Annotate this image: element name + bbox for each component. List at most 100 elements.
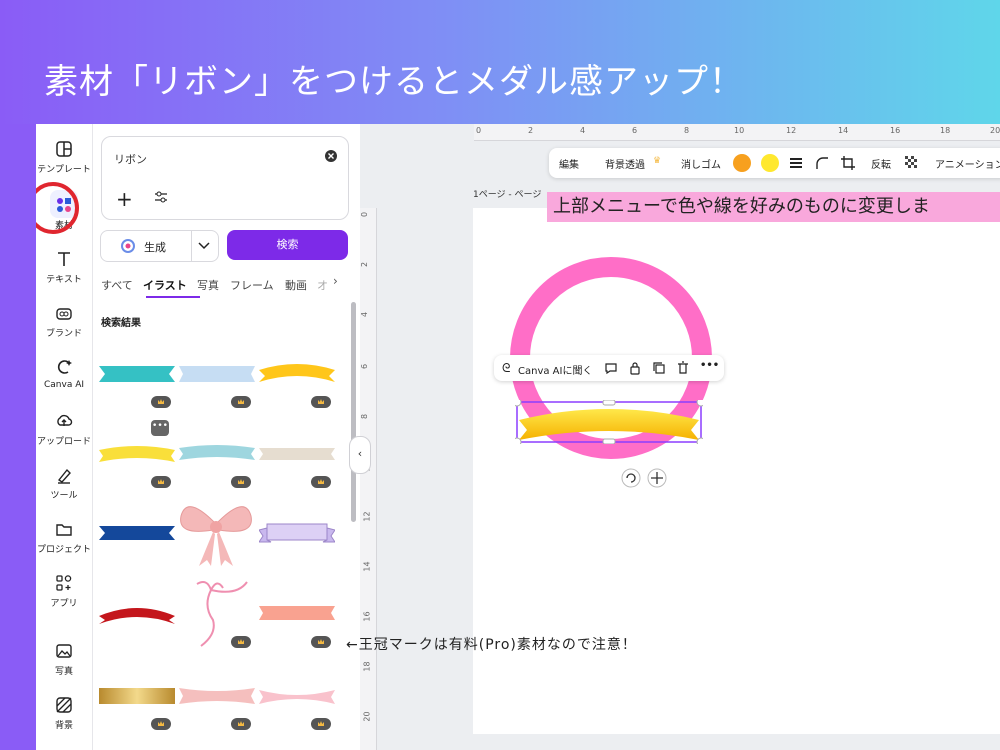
sidebar-item-projects[interactable]: プロジェクト	[36, 520, 92, 555]
sidebar-item-background[interactable]: 背景	[36, 696, 92, 731]
sidebar-item-template[interactable]: テンプレート	[36, 140, 92, 175]
ruler-tick: 16	[362, 611, 372, 622]
sidebar-item-label: アプリ	[50, 599, 78, 609]
eraser-button[interactable]: 消しゴム	[681, 156, 721, 171]
sidebar-item-text[interactable]: テキスト	[36, 250, 92, 285]
header-banner: 素材「リボン」をつけるとメダル感アップ！	[0, 0, 1000, 124]
crown-icon	[231, 396, 251, 408]
crown-annotation: ←王冠マークは有料(Pro)素材なので注意！	[346, 637, 637, 653]
ruler-tick: 4	[580, 126, 586, 135]
canva-editor: テンプレート 素材 テキスト ブランド Canva AI アップロード ツール	[36, 124, 1000, 750]
element-context-bar: ᘓ Canva AIに聞く •••	[494, 355, 724, 381]
ruler-tick: 12	[786, 126, 797, 135]
panel-scrollbar[interactable]	[351, 302, 356, 522]
tab-illustration[interactable]: イラスト	[143, 277, 187, 293]
tab-all[interactable]: すべて	[101, 277, 133, 293]
flip-button[interactable]: 反転	[871, 156, 891, 171]
sidebar-item-upload[interactable]: アップロード	[36, 412, 92, 447]
ribbon-teal[interactable]	[99, 364, 175, 384]
line-weight-icon[interactable]	[789, 156, 803, 170]
rotate-move-handles[interactable]	[621, 468, 667, 488]
ruler-tick: 6	[632, 126, 638, 135]
ribbon-yellow-curved[interactable]	[259, 360, 335, 384]
ribbon-lavender[interactable]	[259, 520, 335, 546]
transparency-icon[interactable]	[905, 156, 919, 170]
filter-icon[interactable]	[154, 191, 168, 203]
add-icon[interactable]: +	[116, 187, 133, 211]
ribbon-beige[interactable]	[259, 444, 335, 464]
more-icon[interactable]: •••	[700, 360, 719, 371]
banner-title: 素材「リボン」をつけるとメダル感アップ！	[44, 62, 744, 102]
ruler-tick: 12	[362, 511, 372, 522]
sidebar-item-label: 写真	[54, 667, 73, 677]
tab-photo[interactable]: 写真	[197, 277, 219, 293]
duplicate-icon[interactable]	[652, 361, 666, 375]
background-icon	[56, 697, 72, 713]
generate-button[interactable]: 生成	[100, 230, 192, 262]
animation-button[interactable]: アニメーション	[935, 156, 1000, 171]
corner-rounding-icon[interactable]	[815, 156, 829, 170]
ribbon-red[interactable]	[99, 602, 175, 626]
search-box[interactable]: リボン +	[101, 136, 349, 220]
crown-icon	[311, 396, 331, 408]
selected-gold-ribbon[interactable]	[515, 400, 703, 444]
crown-icon	[231, 718, 251, 730]
ribbon-gold-metal[interactable]	[99, 686, 175, 706]
ask-canva-ai-button[interactable]: Canva AIに聞く	[518, 362, 592, 377]
crown-icon	[151, 476, 171, 488]
bg-remove-button[interactable]: 背景透過	[605, 156, 645, 171]
ruler-tick: 14	[838, 126, 849, 135]
edit-button[interactable]: 編集	[559, 156, 579, 171]
more-options-icon[interactable]: •••	[151, 420, 169, 436]
sidebar-item-tools[interactable]: ツール	[36, 466, 92, 501]
tab-frame[interactable]: フレーム	[230, 277, 274, 293]
sidebar-item-label: プロジェクト	[36, 545, 91, 555]
search-input[interactable]: リボン	[114, 151, 147, 167]
lock-icon[interactable]	[628, 361, 642, 375]
sidebar-item-canva-ai[interactable]: Canva AI	[36, 358, 92, 390]
pink-bow[interactable]	[177, 494, 255, 568]
canvas-workspace: 0 2 4 6 8 10 12 14 16 18 20 0 2 4 6 8 10…	[360, 124, 1000, 750]
trash-icon[interactable]	[676, 361, 690, 375]
ribbon-yellow[interactable]	[99, 442, 175, 464]
tab-video[interactable]: 動画	[285, 277, 307, 293]
ruler-tick: 20	[362, 711, 372, 722]
tabs-next-icon[interactable]: ›	[333, 274, 338, 288]
ruler-tick: 0	[360, 211, 370, 218]
ribbon-pink-pastel[interactable]	[179, 684, 255, 706]
category-tabs: すべて イラスト 写真 フレーム 動画 オ	[101, 274, 347, 298]
generate-dropdown[interactable]	[190, 230, 219, 262]
ribbon-pink-light[interactable]	[259, 684, 335, 706]
ruler-tick: 14	[362, 561, 372, 572]
search-button[interactable]: 検索	[227, 230, 348, 260]
comment-icon[interactable]	[604, 361, 618, 375]
ribbon-aqua[interactable]	[179, 442, 255, 464]
sidebar-item-label: Canva AI	[43, 380, 85, 390]
top-toolbar: 編集 背景透過 ♛ 消しゴム 反転 アニメーション	[549, 148, 1000, 178]
crown-icon: ♛	[653, 156, 662, 166]
sidebar-item-label: アップロード	[36, 437, 91, 447]
clear-icon[interactable]	[324, 149, 338, 163]
crown-icon	[311, 636, 331, 648]
ruler-tick: 8	[360, 413, 370, 420]
crown-icon	[231, 476, 251, 488]
ribbon-salmon[interactable]	[259, 602, 335, 624]
ruler-tick: 18	[940, 126, 951, 135]
color-swatch-yellow[interactable]	[761, 154, 779, 172]
ruler-top: 0 2 4 6 8 10 12 14 16 18 20	[474, 124, 1000, 141]
collapse-panel-button[interactable]: ‹	[349, 436, 371, 474]
sidebar-item-photos[interactable]: 写真	[36, 642, 92, 677]
ruler-tick: 2	[360, 261, 370, 268]
sidebar-item-brand[interactable]: ブランド	[36, 304, 92, 339]
ribbon-navy[interactable]	[99, 522, 175, 544]
page-label: 1ページ - ページ	[473, 190, 542, 200]
ribbon-lightblue[interactable]	[179, 364, 255, 384]
sidebar-item-apps[interactable]: アプリ	[36, 574, 92, 609]
ai-sparkle-icon	[121, 239, 135, 253]
crown-icon	[311, 718, 331, 730]
color-swatch-orange[interactable]	[733, 154, 751, 172]
crop-icon[interactable]	[841, 156, 855, 170]
ruler-tick: 4	[360, 311, 370, 318]
tab-audio[interactable]: オ	[317, 277, 328, 293]
upload-icon	[57, 414, 73, 426]
